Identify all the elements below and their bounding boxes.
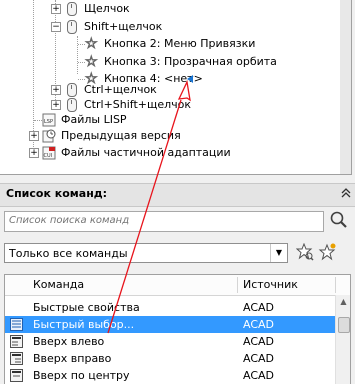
table-row-selected[interactable]: Быстрый выбор... ACAD [5, 316, 335, 333]
svg-text:CUI: CUI [44, 153, 53, 159]
top-right-icon [10, 352, 23, 365]
search-icon[interactable] [329, 210, 349, 230]
top-left-icon [10, 335, 23, 348]
star-icon: ☆ [85, 54, 99, 70]
tree-node-label: Кнопка 2: Меню Привязки [104, 37, 256, 50]
collapse-panel-icon[interactable] [341, 188, 351, 201]
table-scrollbar[interactable]: ▲ [335, 295, 350, 384]
command-search-input[interactable] [5, 212, 323, 229]
column-header-command[interactable]: Команда [33, 275, 84, 295]
mouse-icon [67, 2, 77, 16]
lisp-file-icon: LSP [42, 113, 56, 127]
tree-node-shift-click[interactable]: − Shift+щелчок [0, 18, 340, 36]
mouse-icon [67, 20, 77, 34]
tree-node-legacy[interactable]: + Предыдущая версия [0, 127, 340, 145]
table-row[interactable]: Вверх по центру ACAD [5, 367, 335, 384]
tree-node-button-3[interactable]: ☆ Кнопка 3: Прозрачная орбита [0, 53, 340, 71]
legacy-clock-icon [42, 129, 56, 143]
table-row[interactable]: Вверх влево ACAD [5, 333, 335, 350]
quick-select-icon [10, 318, 23, 331]
tree-node-partial-cui[interactable]: + CUI Файлы частичной адаптации [0, 144, 340, 162]
command-source: ACAD [243, 369, 275, 382]
mouse-icon [67, 83, 77, 97]
collapse-icon[interactable]: − [51, 22, 61, 32]
expand-icon[interactable]: + [51, 85, 61, 95]
tree-node-label: Щелчок [84, 2, 130, 15]
table-row[interactable]: Быстрые свойства ACAD [5, 299, 335, 316]
command-name: Вверх вправо [33, 352, 112, 365]
expand-icon[interactable]: + [51, 100, 61, 110]
chevron-down-icon[interactable]: ▼ [270, 244, 287, 262]
top-center-icon [10, 369, 23, 382]
command-source: ACAD [243, 352, 275, 365]
command-source: ACAD [243, 318, 275, 331]
scroll-thumb[interactable] [338, 317, 350, 333]
command-list-header: Список команд: [0, 183, 355, 207]
star-icon: ☆ [85, 36, 99, 52]
customization-tree: + Щелчок − Shift+щелчок ☆ Кнопка 2: Меню… [0, 0, 352, 175]
tree-node-label: Shift+щелчок [84, 20, 163, 33]
command-name: Вверх по центру [33, 369, 130, 382]
command-source: ACAD [243, 335, 275, 348]
table-header: Команда Источник [5, 275, 350, 296]
command-filter-dropdown[interactable]: Только все команды ▼ [4, 243, 288, 263]
expand-icon[interactable]: + [29, 148, 39, 158]
table-row[interactable]: Вверх вправо ACAD [5, 350, 335, 367]
tree-scrollbar[interactable] [340, 0, 351, 174]
mouse-icon [67, 98, 77, 112]
command-table: Команда Источник Быстрые свойства ACAD Б… [4, 274, 351, 384]
command-source: ACAD [243, 301, 275, 314]
tree-node-label: Кнопка 3: Прозрачная орбита [104, 55, 277, 68]
command-name: Вверх влево [33, 335, 105, 348]
svg-text:LSP: LSP [44, 119, 53, 125]
tree-node-click[interactable]: + Щелчок [0, 0, 340, 18]
command-name: Быстрые свойства [33, 301, 140, 314]
find-command-star-icon[interactable] [296, 243, 314, 261]
column-header-source[interactable]: Источник [243, 275, 298, 295]
tree-node-label: Файлы частичной адаптации [61, 146, 231, 159]
scroll-up-icon[interactable]: ▲ [336, 295, 350, 309]
cui-file-icon: CUI [42, 146, 56, 160]
command-list-title: Список команд: [6, 187, 108, 200]
command-search-field[interactable] [4, 211, 324, 232]
new-command-star-icon[interactable] [318, 243, 336, 261]
tree-node-button-2[interactable]: ☆ Кнопка 2: Меню Привязки [0, 35, 340, 53]
command-name: Быстрый выбор... [33, 318, 135, 331]
expand-icon[interactable]: + [51, 4, 61, 14]
command-filter-value: Только все команды [9, 247, 128, 260]
expand-icon[interactable]: + [29, 131, 39, 141]
tree-node-label: Предыдущая версия [61, 129, 181, 142]
